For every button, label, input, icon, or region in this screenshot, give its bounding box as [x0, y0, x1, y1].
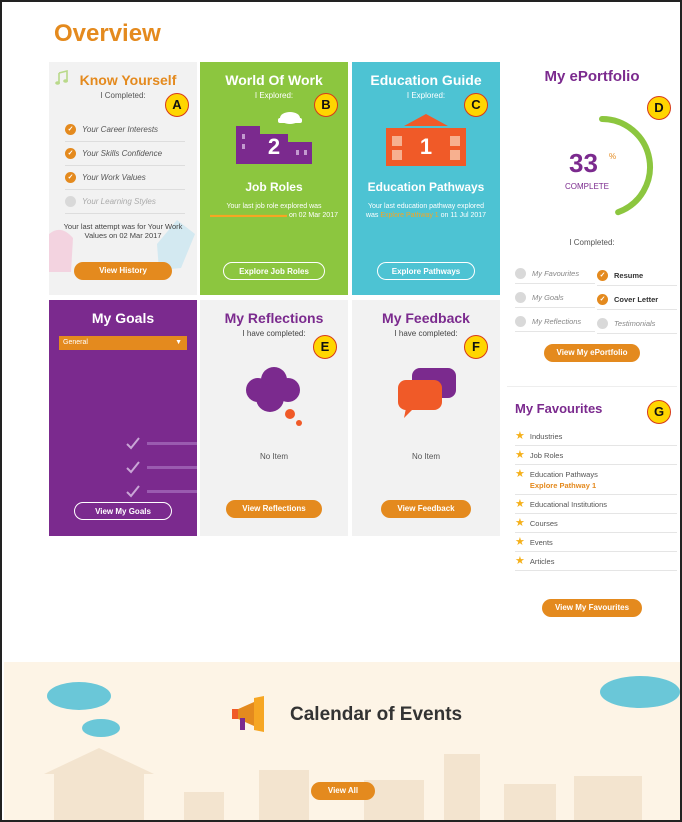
star-icon: ★ [515, 468, 525, 480]
checklist-decoration-icon [126, 437, 197, 498]
job-roles-count: 2 [267, 134, 281, 159]
favourite-item[interactable]: ★ Courses [515, 514, 677, 533]
eportfolio-item-favourites[interactable]: My Favourites [515, 264, 595, 284]
goals-category-select[interactable]: General ▼ [59, 336, 187, 350]
unchecked-icon [515, 316, 526, 327]
star-icon: ★ [515, 555, 525, 567]
marker-g: G [647, 400, 671, 424]
eportfolio-title: My ePortfolio [544, 68, 640, 85]
favourite-item[interactable]: ★ Education Pathways Explore Pathway 1 [515, 465, 677, 495]
marker-c: C [464, 93, 488, 117]
reflections-empty-text: No Item [259, 452, 288, 461]
know-yourself-checklist: ✓ Your Career Interests ✓ Your Skills Conf… [65, 118, 185, 214]
my-goals-card: My Goals General ▼ View My Goals [49, 300, 197, 536]
music-note-icon [55, 70, 68, 85]
chevron-down-icon: ▼ [175, 339, 182, 346]
last-attempt-text: Your last attempt was for Your Work Valu… [63, 222, 183, 241]
check-icon: ✓ [65, 172, 76, 183]
progress-percent-sign: % [609, 152, 617, 161]
eportfolio-completed-label: I Completed: [569, 238, 615, 247]
favourite-item[interactable]: ★ Articles [515, 552, 677, 571]
chat-bubbles-icon [398, 368, 456, 418]
eportfolio-item-testimonials[interactable]: Testimonials [597, 314, 677, 334]
world-of-work-title: World Of Work [225, 72, 323, 88]
favourite-item[interactable]: ★ Job Roles [515, 446, 677, 465]
education-pathways-count: 1 [419, 134, 433, 159]
marker-a: A [165, 93, 189, 117]
view-all-events-button[interactable]: View All [311, 782, 375, 800]
favourite-sub-link[interactable]: Explore Pathway 1 [530, 481, 598, 490]
explore-job-roles-button[interactable]: Explore Job Roles [223, 262, 325, 280]
view-eportfolio-button[interactable]: View My ePortfolio [544, 344, 640, 362]
my-reflections-title: My Reflections [224, 310, 324, 326]
page-frame: Overview Know Yourself I Completed: ✓ You… [0, 0, 682, 822]
megaphone-icon [232, 696, 264, 732]
check-icon: ✓ [65, 124, 76, 135]
star-icon: ★ [515, 517, 525, 529]
progress-value: 33 [569, 148, 598, 178]
eportfolio-item-resume[interactable]: ✓ Resume [597, 266, 677, 286]
check-icon: ✓ [597, 270, 608, 281]
star-icon: ★ [515, 449, 525, 461]
feedback-empty-text: No Item [411, 452, 440, 461]
calendar-title: Calendar of Events [290, 704, 463, 725]
job-role-note: Your last job role explored was ▬▬▬▬▬▬▬▬… [210, 203, 338, 220]
my-feedback-title: My Feedback [382, 310, 470, 326]
star-icon: ★ [515, 498, 525, 510]
job-roles-label: Job Roles [245, 180, 303, 194]
checklist-item[interactable]: ✓ Your Work Values [65, 166, 185, 190]
favourite-item[interactable]: ★ Educational Institutions [515, 495, 677, 514]
eportfolio-item-goals[interactable]: My Goals [515, 288, 595, 308]
progress-arc [599, 116, 653, 216]
marker-b: B [314, 93, 338, 117]
star-icon: ★ [515, 430, 525, 442]
view-history-button[interactable]: View History [74, 262, 172, 280]
view-feedback-button[interactable]: View Feedback [381, 500, 471, 518]
education-note: Your last education pathway explored was… [365, 203, 487, 220]
progress-label: COMPLETE [565, 182, 610, 191]
education-guide-title: Education Guide [370, 72, 482, 88]
star-icon: ★ [515, 536, 525, 548]
marker-d: D [647, 96, 671, 120]
page-title: Overview [54, 20, 161, 47]
check-icon: ✓ [65, 148, 76, 159]
view-reflections-button[interactable]: View Reflections [226, 500, 322, 518]
checklist-item[interactable]: ✓ Your Career Interests [65, 118, 185, 142]
unchecked-icon [515, 292, 526, 303]
favourite-item[interactable]: ★ Events [515, 533, 677, 552]
progress-ring [599, 116, 653, 216]
unchecked-icon [515, 268, 526, 279]
my-goals-title: My Goals [91, 310, 155, 326]
eportfolio-item-reflections[interactable]: My Reflections [515, 312, 595, 332]
unchecked-icon [597, 318, 608, 329]
know-yourself-title: Know Yourself [79, 72, 177, 88]
favourites-list: ★ Industries ★ Job Roles ★ Education Pathwa… [515, 427, 677, 571]
check-icon: ✓ [597, 294, 608, 305]
checklist-item[interactable]: ✓ Your Skills Confidence [65, 142, 185, 166]
view-my-goals-button[interactable]: View My Goals [74, 502, 172, 520]
thought-bubble-icon [246, 367, 302, 426]
marker-f: F [464, 335, 488, 359]
explore-pathways-button[interactable]: Explore Pathways [377, 262, 475, 280]
view-my-favourites-button[interactable]: View My Favourites [542, 599, 642, 617]
eportfolio-item-cover-letter[interactable]: ✓ Cover Letter [597, 290, 677, 310]
calendar-section: Calendar of Events View All [4, 662, 680, 820]
favourite-item[interactable]: ★ Industries [515, 427, 677, 446]
job-role-link[interactable]: ▬▬▬▬▬▬▬▬▬▬▬ [210, 212, 287, 219]
marker-e: E [313, 335, 337, 359]
education-pathways-label: Education Pathways [367, 180, 485, 194]
education-pathway-link[interactable]: Explore Pathway 1 [380, 212, 438, 219]
